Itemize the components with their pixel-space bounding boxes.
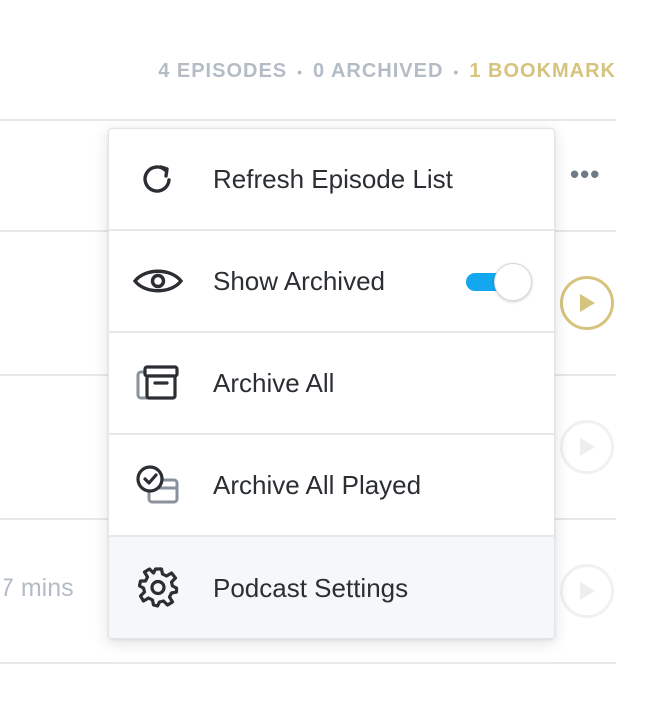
menu-item-label: Show Archived — [213, 265, 385, 296]
archive-box-icon — [133, 358, 183, 408]
play-button[interactable] — [560, 420, 614, 474]
check-archive-icon — [133, 460, 183, 510]
play-icon — [580, 582, 595, 600]
gear-icon — [133, 563, 183, 613]
podcast-options-menu: Refresh Episode List Show Archived Archi… — [108, 128, 555, 639]
episode-duration: 7 mins — [0, 574, 74, 602]
row-divider — [0, 662, 616, 664]
play-icon — [580, 294, 595, 312]
menu-item-refresh[interactable]: Refresh Episode List — [109, 129, 554, 231]
menu-item-show-archived[interactable]: Show Archived — [109, 231, 554, 333]
row-divider — [0, 119, 616, 121]
podcast-episode-page: 4 EPISODES • 0 ARCHIVED • 1 BOOKMARK •••… — [0, 0, 666, 706]
show-archived-toggle[interactable] — [466, 263, 532, 301]
menu-item-archive-all-played[interactable]: Archive All Played — [109, 435, 554, 537]
refresh-icon — [133, 154, 183, 204]
menu-item-archive-all[interactable]: Archive All — [109, 333, 554, 435]
stats-separator: • — [453, 63, 460, 80]
episode-stats: 4 EPISODES • 0 ARCHIVED • 1 BOOKMARK — [158, 60, 616, 83]
archived-count: 0 ARCHIVED — [313, 60, 444, 82]
play-icon — [580, 438, 595, 456]
menu-item-label: Archive All Played — [213, 469, 422, 500]
play-button[interactable] — [560, 564, 614, 618]
play-button[interactable] — [560, 276, 614, 330]
stats-separator: • — [297, 63, 304, 80]
menu-item-label: Archive All — [213, 367, 335, 398]
bookmark-count[interactable]: 1 BOOKMARK — [469, 60, 616, 83]
more-horizontal-icon[interactable]: ••• — [570, 161, 600, 187]
toggle-knob — [494, 263, 532, 301]
menu-item-label: Podcast Settings — [213, 572, 409, 603]
menu-item-label: Refresh Episode List — [213, 163, 453, 194]
eye-icon — [133, 256, 183, 306]
menu-item-podcast-settings[interactable]: Podcast Settings — [109, 537, 554, 638]
episode-count: 4 EPISODES — [158, 60, 288, 82]
